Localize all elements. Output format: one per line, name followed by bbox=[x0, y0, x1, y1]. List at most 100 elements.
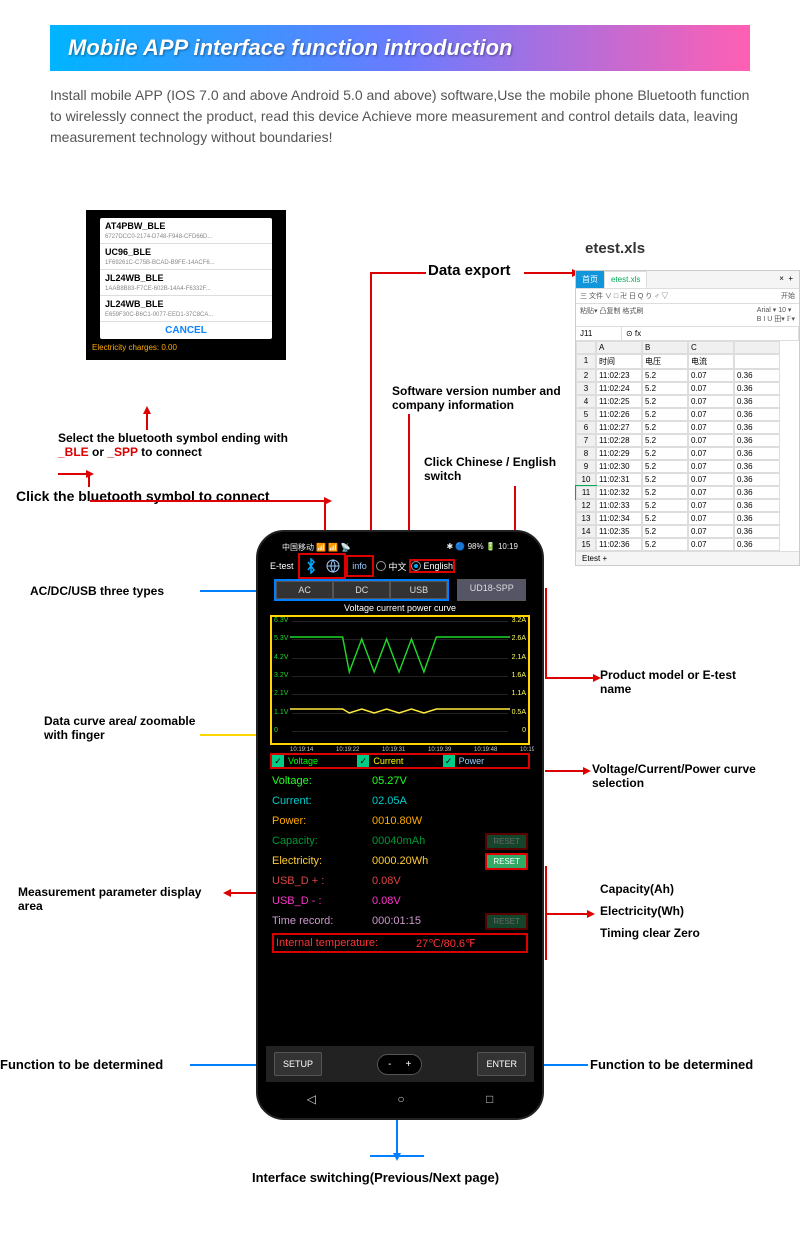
model-note: Product model or E-test name bbox=[600, 668, 760, 696]
arrow bbox=[524, 272, 574, 274]
arrow bbox=[545, 770, 585, 772]
bt-device-item[interactable]: JL24WB_BLE1AAB8B83-F7CE-602B-14A4-F6332F… bbox=[100, 270, 272, 296]
lang-switch-note: Click Chinese / English switch bbox=[424, 455, 564, 483]
excel-grid[interactable]: ABC1时间电压电流211:02:235.20.070.36311:02:245… bbox=[576, 341, 799, 551]
excel-home-tab[interactable]: 首页 bbox=[576, 271, 604, 288]
usbdm-value: 0.08V bbox=[372, 895, 528, 907]
minus-button[interactable]: - bbox=[388, 1059, 391, 1070]
export-icon[interactable] bbox=[322, 555, 344, 577]
usbdp-label: USB_D + : bbox=[272, 875, 372, 887]
setup-note: Function to be determined bbox=[0, 1057, 163, 1072]
bt-cancel-button[interactable]: CANCEL bbox=[100, 322, 272, 339]
reset-note3: Timing clear Zero bbox=[600, 926, 700, 940]
temp-value: 27℃/80.6℉ bbox=[416, 937, 524, 950]
enter-button[interactable]: ENTER bbox=[477, 1052, 526, 1076]
bt-device-item[interactable]: UC96_BLE1F69261C-C75B-BCAD-B9FE-14ACF6..… bbox=[100, 244, 272, 270]
arrow bbox=[370, 272, 372, 554]
arrow bbox=[190, 1064, 262, 1066]
capacity-label: Capacity: bbox=[272, 835, 372, 847]
data-export-label: Data export bbox=[428, 262, 511, 279]
lang-english[interactable]: English bbox=[409, 559, 456, 573]
power-label: Power: bbox=[272, 815, 372, 827]
excel-cellref[interactable]: J11 bbox=[576, 327, 622, 340]
arrow bbox=[90, 500, 326, 502]
arrow bbox=[545, 677, 595, 679]
bluetooth-button[interactable] bbox=[298, 553, 346, 579]
current-label: Current: bbox=[272, 795, 372, 807]
excel-window: 首页 etest.xls × + 三 文件 ∨ □ 卍 日 Q り ♂ ▽开始 … bbox=[575, 270, 800, 566]
excel-filename: etest.xls bbox=[585, 240, 645, 257]
bt-device-item[interactable]: AT4PBW_BLE6727DCC0-2174-D748-F948-CFD66D… bbox=[100, 218, 272, 244]
time-value: 000:01:15 bbox=[372, 915, 485, 927]
arrow bbox=[58, 473, 88, 475]
excel-paste[interactable]: 粘贴▾ 凸复制 格式刷 bbox=[580, 306, 643, 324]
acdc-note: AC/DC/USB three types bbox=[30, 584, 164, 598]
page-title: Mobile APP interface function introducti… bbox=[50, 25, 750, 71]
excel-fx[interactable]: ⊙ fx bbox=[622, 327, 799, 340]
arrow bbox=[88, 473, 90, 487]
model-tab[interactable]: UD18-SPP bbox=[457, 579, 526, 601]
temp-label: Internal temperature: bbox=[276, 937, 416, 949]
page-switch[interactable]: - + bbox=[377, 1054, 422, 1075]
type-tabs[interactable]: AC DC USB bbox=[274, 579, 449, 601]
setup-button[interactable]: SETUP bbox=[274, 1052, 322, 1076]
iface-note: Interface switching(Previous/Next page) bbox=[252, 1170, 499, 1185]
power-value: 0010.80W bbox=[372, 815, 528, 827]
status-left: 中国移动 📶 📶 📡 bbox=[282, 542, 351, 553]
excel-toolbar-r: 开始 bbox=[781, 291, 795, 301]
status-right: ✱ 🔵 98% 🔋 10:19 bbox=[446, 542, 518, 553]
tab-ac[interactable]: AC bbox=[276, 581, 333, 599]
info-button[interactable]: info bbox=[346, 555, 374, 577]
legend-voltage[interactable]: ✓Voltage bbox=[272, 755, 357, 767]
voltage-label: Voltage: bbox=[272, 775, 372, 787]
current-value: 02.05A bbox=[372, 795, 528, 807]
arrow bbox=[370, 272, 426, 274]
arrow bbox=[146, 412, 148, 430]
reset-note1: Capacity(Ah) bbox=[600, 882, 674, 896]
voltage-value: 05.27V bbox=[372, 775, 528, 787]
arrow bbox=[370, 1155, 424, 1157]
bluetooth-popup: AT4PBW_BLE6727DCC0-2174-D748-F948-CFD66D… bbox=[86, 210, 286, 360]
tab-dc[interactable]: DC bbox=[333, 581, 390, 599]
lang-chinese[interactable]: 中文 bbox=[376, 560, 407, 573]
control-bar: SETUP - + ENTER bbox=[266, 1046, 534, 1082]
arrow bbox=[540, 1064, 588, 1066]
curve-area[interactable]: 6.3V3.2A5.3V2.6A4.2V2.1A3.2V1.6A2.1V1.1A… bbox=[270, 615, 530, 745]
vcp-note: Voltage/Current/Power curve selection bbox=[592, 762, 772, 790]
legend-row[interactable]: ✓Voltage ✓Current ✓Power bbox=[270, 753, 530, 769]
excel-style[interactable]: B I U 田▾ 𝔽▾ bbox=[757, 316, 795, 323]
plus-button[interactable]: + bbox=[406, 1059, 412, 1070]
usbdm-label: USB_D - : bbox=[272, 895, 372, 907]
curve-title: Voltage current power curve bbox=[266, 603, 534, 613]
arrow bbox=[200, 590, 260, 592]
excel-font[interactable]: Arial ▾ 10 ▾ bbox=[757, 307, 792, 314]
time-label: Time record: bbox=[272, 915, 372, 927]
legend-power[interactable]: ✓Power bbox=[443, 755, 528, 767]
excel-sheet-tab[interactable]: Etest + bbox=[576, 551, 799, 565]
intro-text: Install mobile APP (IOS 7.0 and above An… bbox=[50, 85, 750, 148]
reset-electricity[interactable]: RESET bbox=[485, 853, 528, 870]
enter-note: Function to be determined bbox=[590, 1057, 753, 1072]
reset-capacity[interactable]: RESET bbox=[485, 833, 528, 850]
legend-current[interactable]: ✓Current bbox=[357, 755, 442, 767]
readings-area: Voltage:05.27V Current:02.05A Power:0010… bbox=[270, 771, 530, 953]
sw-info-note: Software version number and company info… bbox=[392, 384, 572, 412]
android-nav[interactable]: ◁○□ bbox=[266, 1092, 534, 1106]
bluetooth-icon bbox=[300, 555, 322, 577]
reset-note2: Electricity(Wh) bbox=[600, 904, 684, 918]
electricity-value: 0000.20Wh bbox=[372, 855, 485, 867]
arrow bbox=[545, 588, 547, 678]
capacity-value: 00040mAh bbox=[372, 835, 485, 847]
electricity-label: Electricity: bbox=[272, 855, 372, 867]
reset-time[interactable]: RESET bbox=[485, 913, 528, 930]
tab-usb[interactable]: USB bbox=[390, 581, 447, 599]
app-brand: E-test bbox=[270, 561, 294, 571]
arrow bbox=[545, 913, 589, 915]
bt-device-item[interactable]: JL24WB_BLEE659F30C-B6C1-0077-EED1-37C8CA… bbox=[100, 296, 272, 322]
excel-file-tab[interactable]: etest.xls bbox=[604, 271, 647, 288]
meas-note: Measurement parameter display area bbox=[18, 885, 218, 913]
bt-footer: Electricity charges: 0.00 bbox=[86, 341, 286, 354]
bt-select-note: Select the bluetooth symbol ending with … bbox=[58, 431, 288, 459]
excel-toolbar: 三 文件 ∨ □ 卍 日 Q り ♂ ▽ bbox=[580, 291, 668, 301]
usbdp-value: 0.08V bbox=[372, 875, 528, 887]
